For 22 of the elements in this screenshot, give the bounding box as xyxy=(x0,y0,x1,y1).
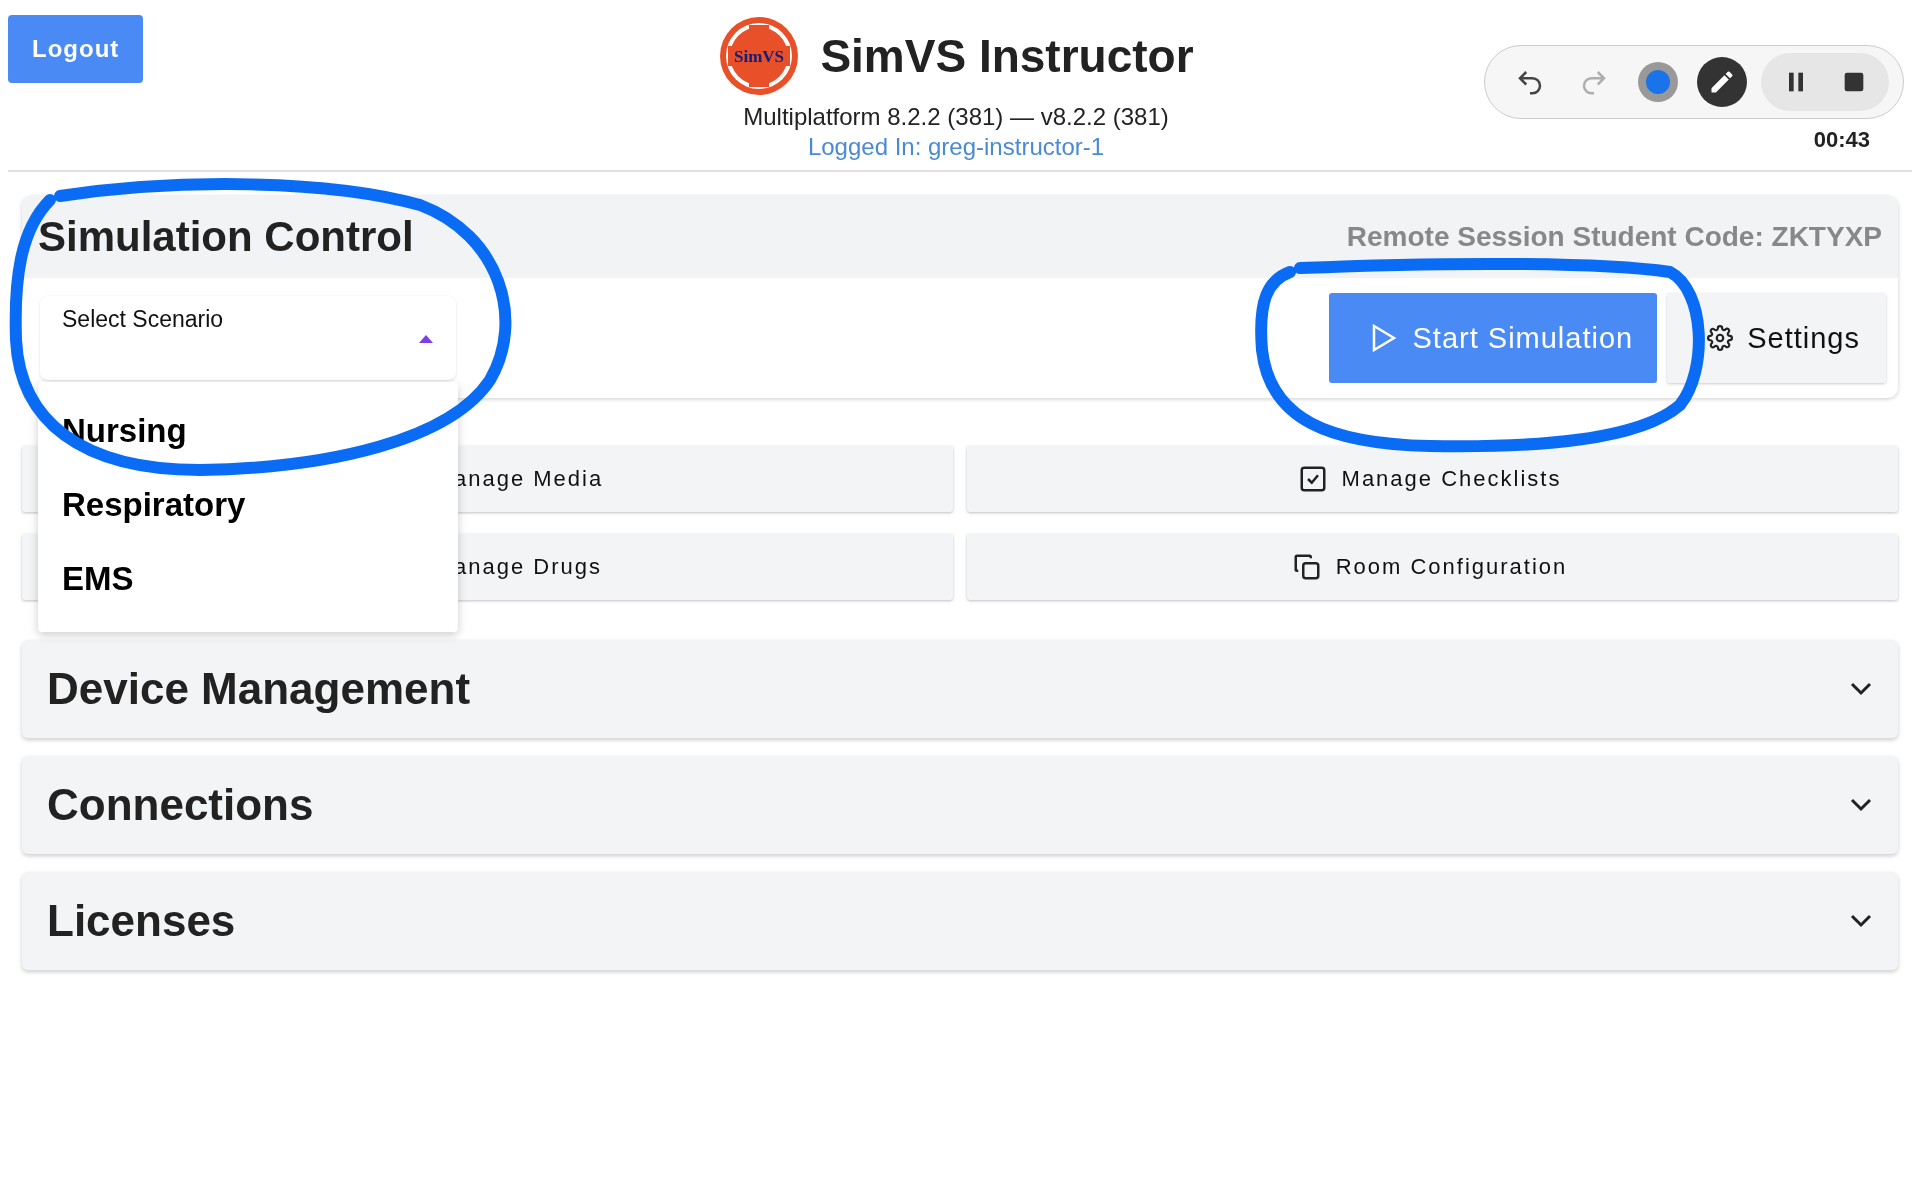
card-title: Simulation Control xyxy=(38,213,414,261)
action-button[interactable]: Manage Checklists xyxy=(967,446,1898,512)
caret-up-icon xyxy=(418,334,434,344)
accordion-header[interactable]: Connections xyxy=(22,756,1898,854)
select-label: Select Scenario xyxy=(62,306,224,333)
settings-icon xyxy=(1707,325,1734,351)
student-code-text: Remote Session Student Code: ZKTYXP xyxy=(1346,221,1882,253)
chevron-down-icon xyxy=(1850,914,1872,928)
accordion-header[interactable]: Device Management xyxy=(22,640,1898,738)
play-icon xyxy=(1370,324,1397,352)
timer-text: 00:43 xyxy=(1813,127,1870,153)
settings-button[interactable]: Settings xyxy=(1667,293,1886,383)
action-button[interactable]: Room Configuration xyxy=(967,534,1898,600)
color-dot-icon xyxy=(1637,61,1679,103)
logged-in-text: Logged In: greg-instructor-1 xyxy=(807,133,1105,161)
accordion-header[interactable]: Licenses xyxy=(22,872,1898,970)
app-title: SimVS Instructor xyxy=(820,29,1194,83)
chevron-down-icon xyxy=(1850,798,1872,812)
version-text: Multiplatform 8.2.2 (381) — v8.2.2 (381) xyxy=(743,103,1169,131)
chevron-down-icon xyxy=(1850,682,1872,696)
logo-icon: SimVS xyxy=(718,15,801,97)
pen-button[interactable] xyxy=(1697,57,1747,107)
